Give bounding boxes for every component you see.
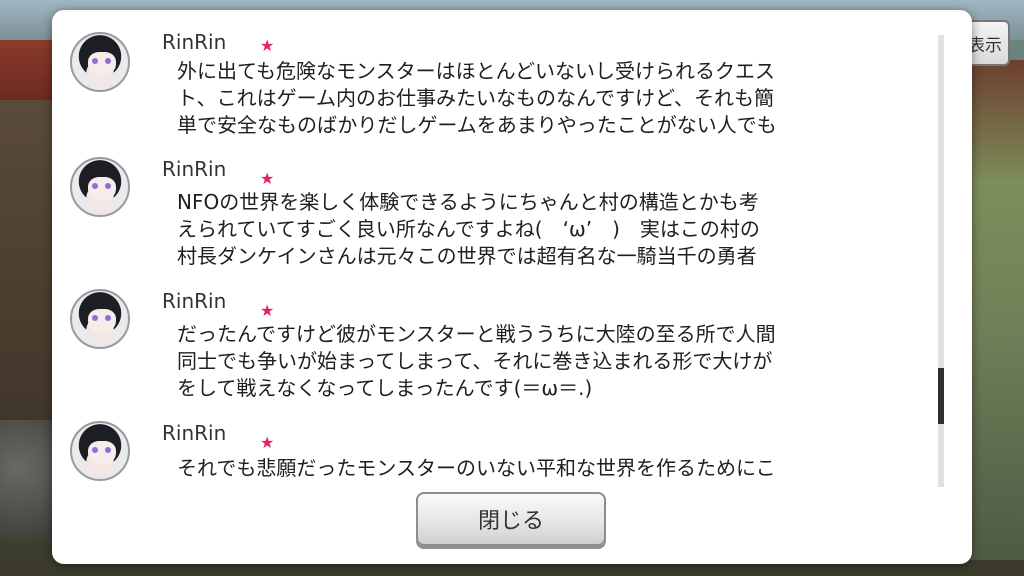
avatar-icon — [70, 421, 130, 481]
background-scenery-right — [964, 60, 1024, 560]
star-icon: ★ — [260, 36, 275, 55]
background-stones — [0, 420, 60, 540]
star-icon: ★ — [260, 301, 275, 320]
speaker-name: RinRin — [162, 289, 227, 313]
close-button[interactable]: 閉じる — [416, 492, 606, 546]
message-text: NFOの世界を楽しく体験できるようにちゃんと村の構造とかも考 えられていてすごく… — [177, 189, 877, 270]
chat-log-list[interactable]: RinRin ★ 外に出ても危険なモンスターはほとんどいないし受けられるクエス … — [52, 10, 942, 485]
message-line: だったんですけど彼がモンスターと戦ううちに大陸の至る所で人間 — [177, 322, 776, 346]
star-icon: ★ — [260, 433, 275, 452]
message-line: 単で安全なものばかりだしゲームをあまりやったことがない人でも — [177, 113, 777, 137]
message-line: それでも悲願だったモンスターのいない平和な世界を作るためにこ — [177, 456, 776, 480]
speaker-name: RinRin — [162, 30, 227, 54]
avatar-icon — [70, 157, 130, 217]
speaker-name: RinRin — [162, 421, 227, 445]
message-text: それでも悲願だったモンスターのいない平和な世界を作るためにこ — [177, 455, 877, 482]
avatar-icon — [70, 32, 130, 92]
speaker-name: RinRin — [162, 157, 227, 181]
message-text: 外に出ても危険なモンスターはほとんどいないし受けられるクエス ト、これはゲーム内… — [177, 58, 877, 139]
message-line: 外に出ても危険なモンスターはほとんどいないし受けられるクエス — [177, 59, 775, 83]
message-text: だったんですけど彼がモンスターと戦ううちに大陸の至る所で人間 同士でも争いが始ま… — [177, 321, 877, 402]
message-line: ト、これはゲーム内のお仕事みたいなものなんですけど、それも簡 — [177, 86, 774, 110]
message-line: えられていてすごく良い所なんですよね( ‘ω’ ) 実はこの村の — [177, 217, 760, 241]
chat-log-dialog: RinRin ★ 外に出ても危険なモンスターはほとんどいないし受けられるクエス … — [52, 10, 972, 564]
message-line: 同士でも争いが始まってしまって、それに巻き込まれる形で大けが — [177, 349, 773, 373]
star-icon: ★ — [260, 169, 275, 188]
message-line: をして戦えなくなってしまったんです(＝ω＝.) — [177, 376, 593, 400]
message-line: 村長ダンケインさんは元々この世界では超有名な一騎当千の勇者 — [177, 244, 757, 268]
message-line: NFOの世界を楽しく体験できるようにちゃんと村の構造とかも考 — [177, 190, 759, 214]
scrollbar-thumb[interactable] — [938, 368, 944, 424]
avatar-icon — [70, 289, 130, 349]
